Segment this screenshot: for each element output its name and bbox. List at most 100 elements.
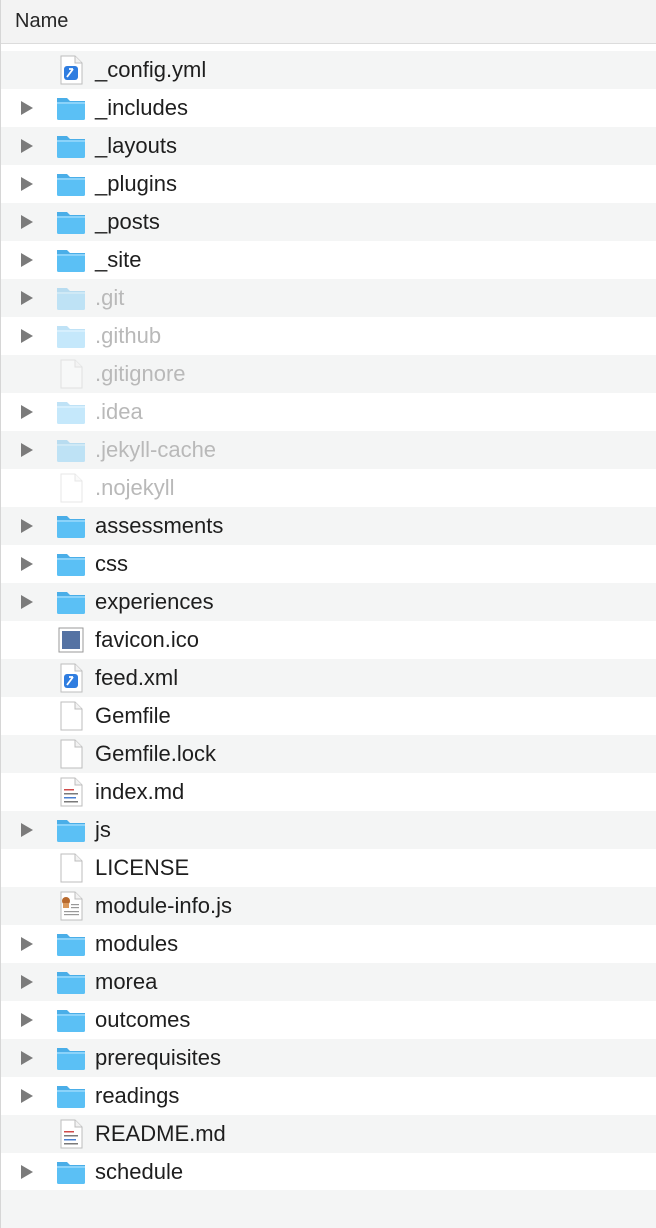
- folder-row[interactable]: experiences: [1, 583, 656, 621]
- empty-list-area: [1, 1190, 656, 1228]
- folder-icon: [55, 168, 87, 200]
- item-name: readings: [95, 1083, 180, 1108]
- file-row[interactable]: .nojekyll: [1, 469, 656, 507]
- folder-icon: [55, 206, 87, 238]
- file-row[interactable]: favicon.ico: [1, 621, 656, 659]
- folder-row[interactable]: .idea: [1, 393, 656, 431]
- disclosure-triangle-icon[interactable]: [19, 974, 35, 990]
- file-row[interactable]: LICENSE: [1, 849, 656, 887]
- item-name: .github: [95, 323, 162, 348]
- folder-row[interactable]: outcomes: [1, 1001, 656, 1039]
- image-icon: [55, 624, 87, 656]
- item-name: _site: [95, 247, 142, 272]
- name-column-header[interactable]: Name: [1, 0, 656, 44]
- disclosure-triangle-icon[interactable]: [19, 100, 35, 116]
- folder-row[interactable]: _plugins: [1, 165, 656, 203]
- xml-document-icon: [55, 662, 87, 694]
- folder-row[interactable]: css: [1, 545, 656, 583]
- folder-row[interactable]: .github: [1, 317, 656, 355]
- file-row[interactable]: index.md: [1, 773, 656, 811]
- document-icon: [55, 472, 87, 504]
- file-row[interactable]: module-info.js: [1, 887, 656, 925]
- folder-row[interactable]: _posts: [1, 203, 656, 241]
- disclosure-triangle-icon[interactable]: [19, 1012, 35, 1028]
- folder-row[interactable]: _site: [1, 241, 656, 279]
- folder-icon: [55, 966, 87, 998]
- disclosure-triangle-icon[interactable]: [19, 1088, 35, 1104]
- folder-row[interactable]: js: [1, 811, 656, 849]
- item-name: module-info.js: [95, 893, 232, 918]
- folder-row[interactable]: _includes: [1, 89, 656, 127]
- item-name: LICENSE: [95, 855, 190, 880]
- file-row[interactable]: feed.xml: [1, 659, 656, 697]
- item-name: _posts: [95, 209, 160, 234]
- disclosure-triangle-icon[interactable]: [19, 214, 35, 230]
- xml-document-icon: [55, 54, 87, 86]
- name-column-header-label: Name: [15, 10, 69, 32]
- folder-row[interactable]: .jekyll-cache: [1, 431, 656, 469]
- disclosure-triangle-icon[interactable]: [19, 328, 35, 344]
- item-name: .git: [95, 285, 125, 310]
- folder-icon: [55, 244, 87, 276]
- item-name: outcomes: [95, 1007, 191, 1032]
- script-document-icon: [55, 890, 87, 922]
- finder-list-view: Name _config.yml _includes _layouts _plugin…: [0, 0, 656, 1228]
- disclosure-triangle-icon[interactable]: [19, 556, 35, 572]
- disclosure-triangle-icon[interactable]: [19, 594, 35, 610]
- folder-row[interactable]: schedule: [1, 1153, 656, 1191]
- folder-row[interactable]: modules: [1, 925, 656, 963]
- item-name: .idea: [95, 399, 143, 424]
- file-row[interactable]: Gemfile: [1, 697, 656, 735]
- item-name: favicon.ico: [95, 627, 199, 652]
- folder-icon: [55, 1156, 87, 1188]
- file-row[interactable]: README.md: [1, 1115, 656, 1153]
- disclosure-triangle-icon[interactable]: [19, 1164, 35, 1180]
- item-name: morea: [95, 969, 158, 994]
- disclosure-triangle-icon[interactable]: [19, 442, 35, 458]
- disclosure-triangle-icon[interactable]: [19, 176, 35, 192]
- folder-icon: [55, 1004, 87, 1036]
- folder-row[interactable]: prerequisites: [1, 1039, 656, 1077]
- item-name: _config.yml: [95, 57, 207, 82]
- folder-row[interactable]: .git: [1, 279, 656, 317]
- disclosure-triangle-icon[interactable]: [19, 252, 35, 268]
- disclosure-triangle-icon[interactable]: [19, 138, 35, 154]
- folder-icon: [55, 320, 87, 352]
- folder-icon: [55, 928, 87, 960]
- folder-icon: [55, 1080, 87, 1112]
- folder-row[interactable]: readings: [1, 1077, 656, 1115]
- folder-icon: [55, 282, 87, 314]
- item-name: schedule: [95, 1159, 184, 1184]
- item-name: _layouts: [95, 133, 177, 158]
- folder-icon: [55, 548, 87, 580]
- document-icon: [55, 738, 87, 770]
- item-name: Gemfile: [95, 703, 171, 728]
- item-name: modules: [95, 931, 179, 956]
- item-name: css: [95, 551, 128, 576]
- folder-icon: [55, 434, 87, 466]
- disclosure-triangle-icon[interactable]: [19, 290, 35, 306]
- folder-icon: [55, 1042, 87, 1074]
- text-document-icon: [55, 776, 87, 808]
- folder-row[interactable]: assessments: [1, 507, 656, 545]
- disclosure-triangle-icon[interactable]: [19, 936, 35, 952]
- folder-icon: [55, 586, 87, 618]
- folder-row[interactable]: morea: [1, 963, 656, 1001]
- file-row[interactable]: Gemfile.lock: [1, 735, 656, 773]
- folder-icon: [55, 510, 87, 542]
- item-name: prerequisites: [95, 1045, 221, 1070]
- folder-icon: [55, 130, 87, 162]
- document-icon: [55, 700, 87, 732]
- item-name: _includes: [95, 95, 188, 120]
- item-name: README.md: [95, 1121, 226, 1146]
- disclosure-triangle-icon[interactable]: [19, 518, 35, 534]
- file-row[interactable]: .gitignore: [1, 355, 656, 393]
- disclosure-triangle-icon[interactable]: [19, 404, 35, 420]
- item-name: .gitignore: [95, 361, 186, 386]
- folder-row[interactable]: _layouts: [1, 127, 656, 165]
- file-row[interactable]: _config.yml: [1, 51, 656, 89]
- item-name: js: [95, 817, 111, 842]
- disclosure-triangle-icon[interactable]: [19, 1050, 35, 1066]
- disclosure-triangle-icon[interactable]: [19, 822, 35, 838]
- item-name: .jekyll-cache: [95, 437, 217, 462]
